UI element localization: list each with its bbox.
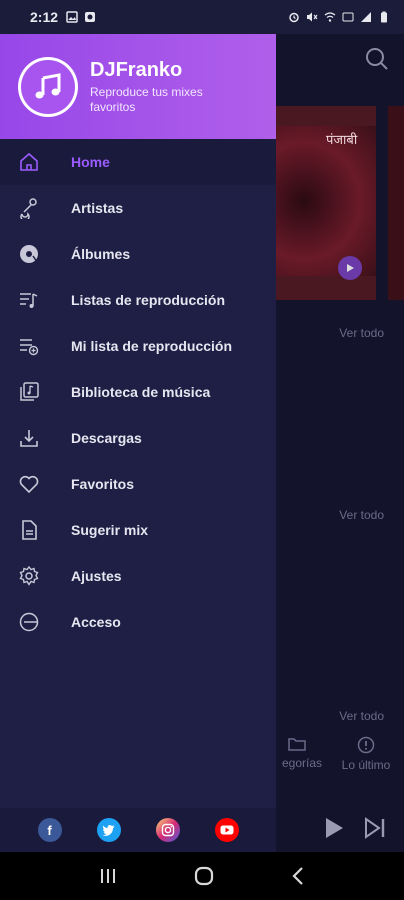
menu-item-sugerir[interactable]: Sugerir mix	[0, 507, 276, 553]
home-button-icon[interactable]	[194, 866, 214, 886]
menu-item-acceso[interactable]: Acceso	[0, 599, 276, 645]
menu-item-biblioteca[interactable]: Biblioteca de música	[0, 369, 276, 415]
status-time: 2:12	[30, 9, 59, 25]
system-nav-bar	[0, 852, 404, 900]
image-notification-icon	[66, 11, 78, 23]
menu-item-mi-lista[interactable]: Mi lista de reproducción	[0, 323, 276, 369]
heart-icon	[18, 473, 40, 495]
info-icon	[357, 736, 375, 754]
facebook-icon[interactable]: f	[37, 818, 62, 842]
tab-categorias-label: egorías	[281, 756, 323, 770]
menu-item-label: Álbumes	[71, 246, 131, 262]
app-name: DJFranko	[90, 58, 183, 81]
search-icon[interactable]	[364, 46, 390, 72]
background-screen: पंजाबी Ver todo Ver todo Ver todo egoría…	[276, 34, 404, 852]
drawer-header: DJFranko Reproduce tus mixes favoritos	[0, 34, 276, 139]
twitter-icon[interactable]	[96, 818, 121, 842]
recent-apps-icon[interactable]	[98, 867, 118, 885]
playlist-icon	[18, 289, 40, 311]
app-logo	[18, 56, 78, 117]
see-all-link[interactable]: Ver todo	[339, 326, 384, 340]
menu-item-ajustes[interactable]: Ajustes	[0, 553, 276, 599]
menu-item-label: Biblioteca de música	[71, 384, 211, 400]
menu-item-label: Favoritos	[71, 476, 135, 492]
music-library-icon	[18, 381, 40, 403]
gear-icon	[18, 565, 40, 587]
volte-icon	[342, 12, 354, 22]
folder-icon	[288, 738, 306, 751]
menu-item-label: Mi lista de reproducción	[71, 338, 233, 354]
menu-item-label: Ajustes	[71, 568, 122, 584]
drawer-menu: Home Artistas Álbumes Listas de reproduc…	[0, 139, 276, 645]
see-all-link[interactable]: Ver todo	[339, 508, 384, 522]
document-icon	[18, 519, 40, 541]
menu-item-label: Descargas	[71, 430, 142, 446]
play-icon[interactable]	[324, 817, 344, 839]
menu-item-listas[interactable]: Listas de reproducción	[0, 277, 276, 323]
my-playlist-icon	[18, 335, 40, 357]
menu-item-albumes[interactable]: Álbumes	[0, 231, 276, 277]
tab-lo-ultimo-label: Lo último	[341, 758, 391, 772]
menu-item-descargas[interactable]: Descargas	[0, 415, 276, 461]
featured-card[interactable]: पंजाबी	[276, 106, 376, 300]
wifi-icon	[324, 12, 336, 22]
app-notification-icon	[85, 12, 96, 22]
featured-card-title: पंजाबी	[326, 132, 358, 147]
status-bar: 2:12	[0, 0, 404, 34]
see-all-link[interactable]: Ver todo	[339, 709, 384, 723]
home-icon	[18, 151, 40, 173]
youtube-icon[interactable]	[214, 818, 239, 842]
tab-categorias[interactable]: egorías	[276, 736, 328, 772]
menu-item-favoritos[interactable]: Favoritos	[0, 461, 276, 507]
menu-item-artistas[interactable]: Artistas	[0, 185, 276, 231]
download-icon	[18, 427, 40, 449]
featured-card-next[interactable]	[388, 106, 404, 300]
menu-item-label: Sugerir mix	[71, 522, 149, 538]
back-icon[interactable]	[290, 866, 306, 886]
card-play-icon[interactable]	[338, 256, 362, 280]
skip-next-icon[interactable]	[364, 817, 386, 839]
album-icon	[18, 243, 40, 265]
tab-lo-ultimo[interactable]: Lo último	[328, 736, 404, 772]
menu-item-home[interactable]: Home	[0, 139, 276, 185]
mute-icon	[307, 12, 318, 22]
artist-icon	[18, 197, 40, 219]
menu-item-label: Artistas	[71, 200, 124, 216]
signal-icon	[361, 12, 371, 22]
menu-item-label: Listas de reproducción	[71, 292, 226, 308]
instagram-icon[interactable]	[155, 818, 180, 842]
alarm-icon	[289, 12, 299, 23]
mini-player	[276, 804, 404, 852]
app-tagline: Reproduce tus mixes favoritos	[90, 84, 203, 114]
logout-icon	[18, 611, 40, 633]
battery-icon	[381, 11, 387, 23]
menu-item-label: Home	[71, 154, 110, 170]
menu-item-label: Acceso	[71, 614, 121, 630]
social-links: f	[0, 808, 276, 852]
music-note-icon	[35, 72, 61, 98]
navigation-drawer: DJFranko Reproduce tus mixes favoritos H…	[0, 34, 276, 852]
